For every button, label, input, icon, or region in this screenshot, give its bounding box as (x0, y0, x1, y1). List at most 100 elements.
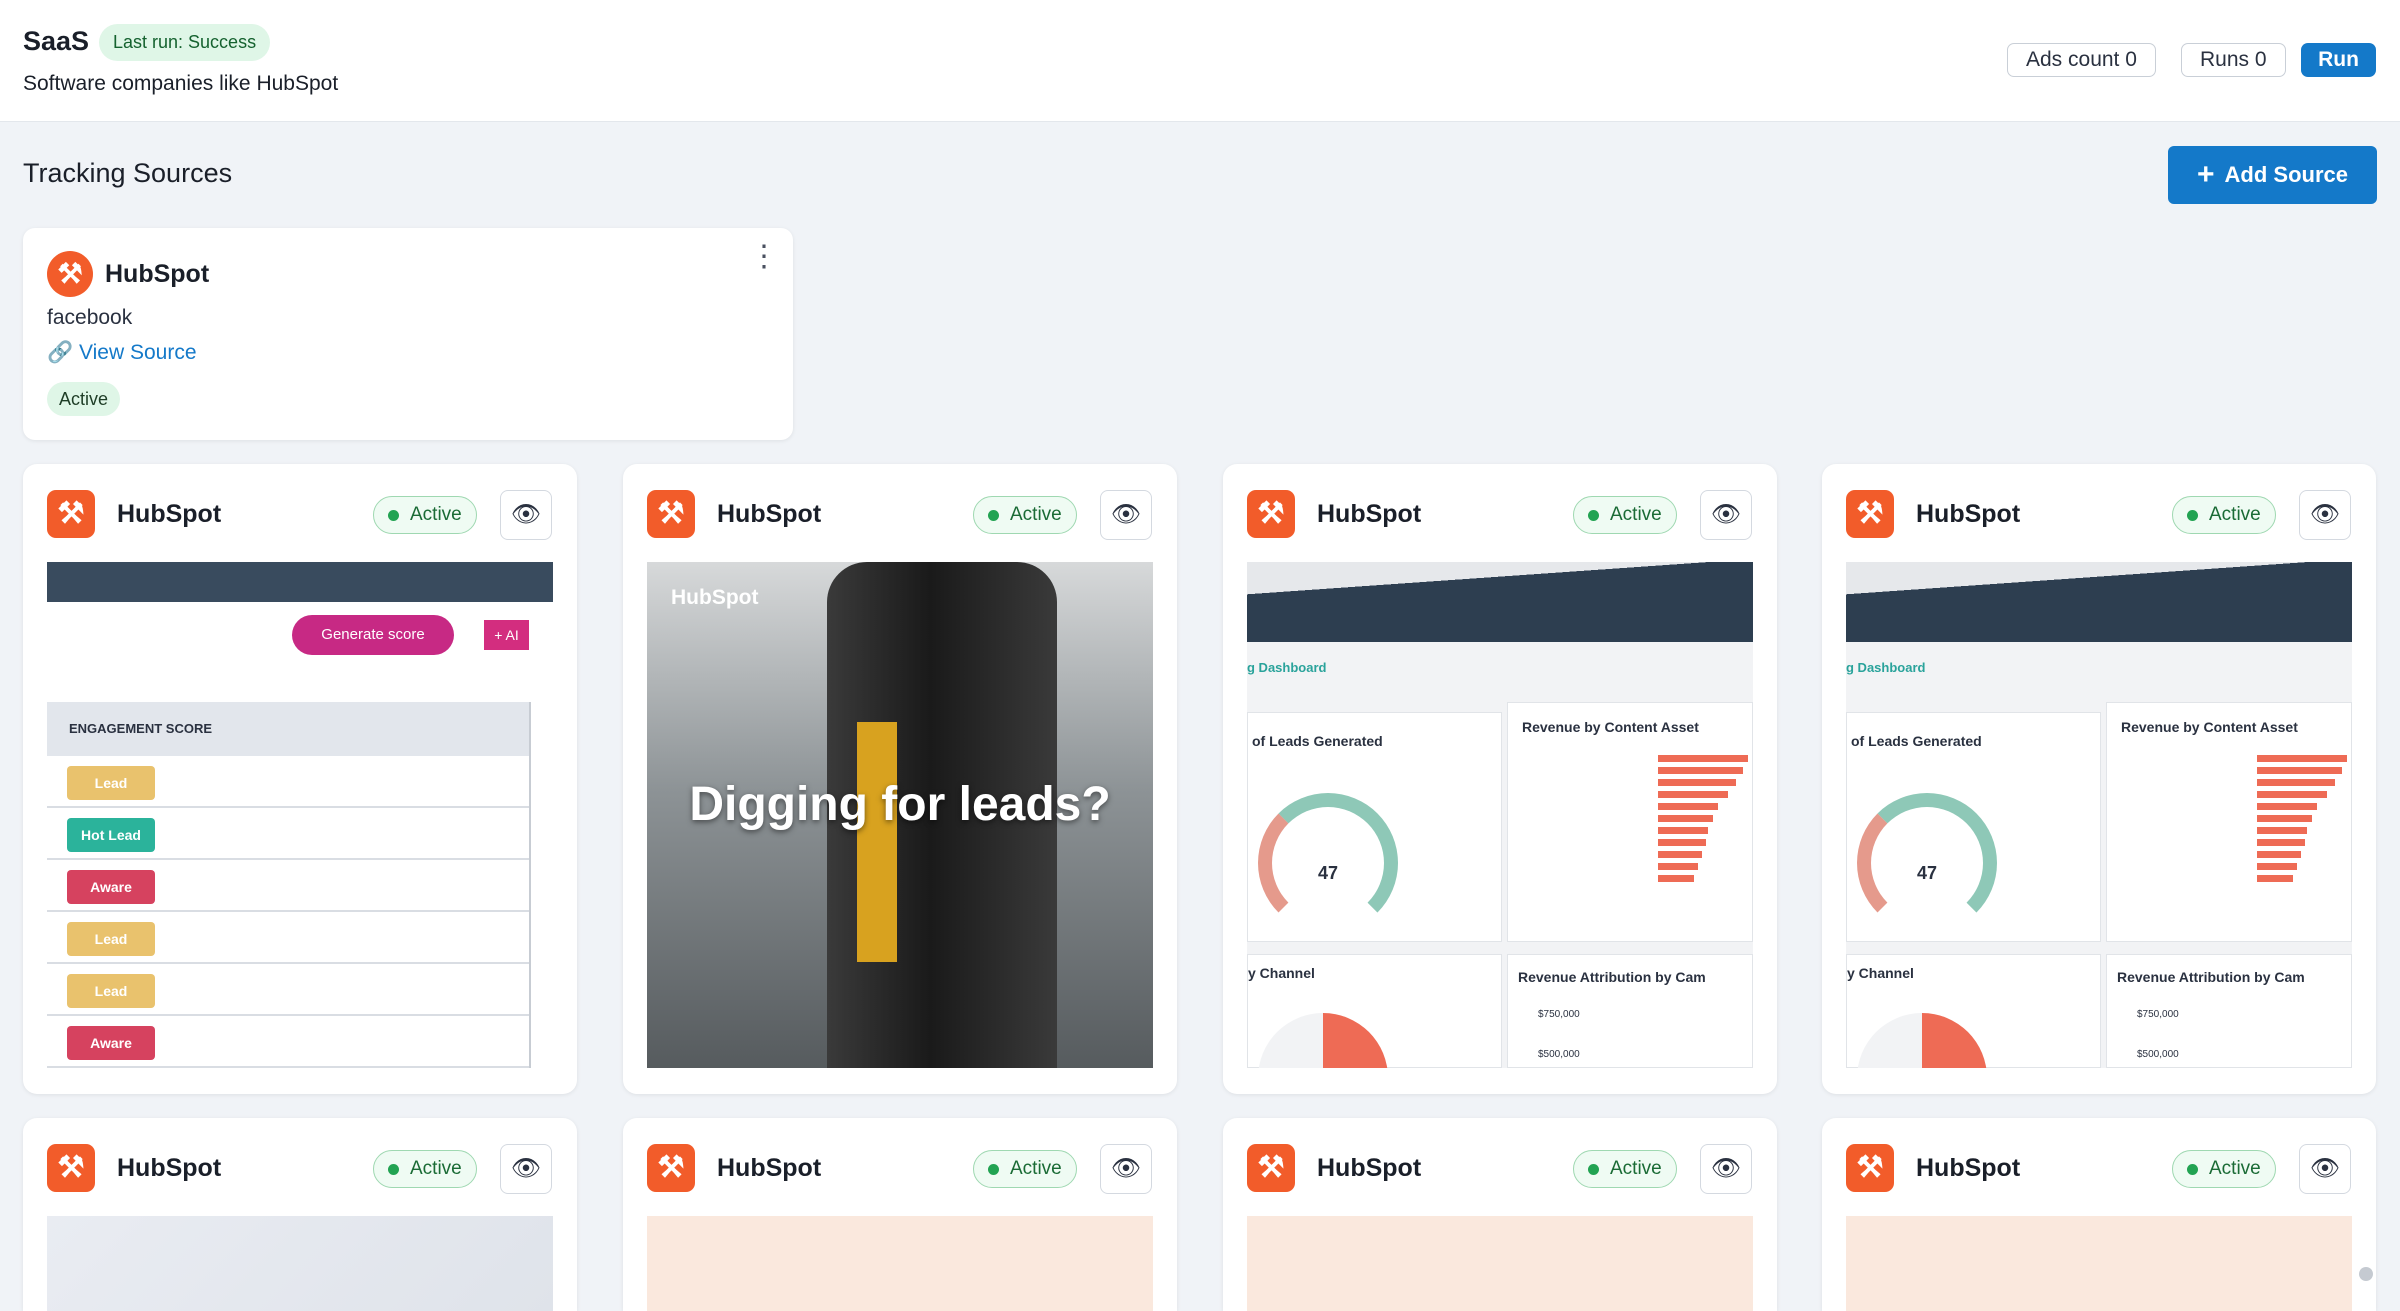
creative-channel-panel: y Channel (1846, 954, 2101, 1068)
run-button[interactable]: Run (2301, 43, 2376, 77)
creative-channel-title: y Channel (1248, 965, 1315, 981)
creative-attribution-title: Revenue Attribution by Cam (1518, 969, 1706, 985)
hubspot-logo-icon: ⚒ (647, 490, 695, 538)
ad-status-label: Active (410, 504, 462, 525)
ad-creative-image: HubSpot Digging for leads? (647, 562, 1153, 1068)
score-pill: Aware (67, 1026, 155, 1060)
status-dot-icon (988, 1164, 999, 1175)
eye-icon[interactable]: 👁 (1100, 1144, 1152, 1194)
creative-channel-panel: y Channel (1247, 954, 1502, 1068)
ad-status-badge: Active (373, 1150, 477, 1188)
table-row: Aware (47, 860, 529, 912)
ad-status-badge: Active (973, 496, 1077, 534)
hubspot-logo-icon: ⚒ (1846, 1144, 1894, 1192)
runs-button[interactable]: Runs 0 (2181, 43, 2286, 77)
ad-status-badge: Active (2172, 496, 2276, 534)
ad-creative-image: g Dashboard of Leads Generated 47 Revenu… (1846, 562, 2352, 1068)
creative-table-header: ENGAGEMENT SCORE (47, 702, 529, 756)
ad-creative-image (47, 1216, 553, 1311)
score-pill: Hot Lead (67, 818, 155, 852)
creative-leads-title: of Leads Generated (1252, 733, 1383, 749)
ad-status-badge: Active (1573, 496, 1677, 534)
ad-advertiser-name: HubSpot (1317, 500, 1422, 528)
ad-card: ⚒ HubSpot Active 👁 (1822, 1118, 2376, 1311)
status-dot-icon (2187, 510, 2198, 521)
creative-bar (2257, 851, 2301, 858)
hubspot-logo-icon: ⚒ (47, 251, 93, 297)
creative-ai-badge: + AI (484, 620, 529, 650)
creative-top-bar (47, 562, 553, 602)
creative-bar (1658, 827, 1708, 834)
creative-axis-value: $500,000 (1538, 1049, 1580, 1060)
page-title: SaaS (23, 26, 90, 56)
eye-icon[interactable]: 👁 (1700, 1144, 1752, 1194)
ad-creative-image (1846, 1216, 2352, 1311)
ad-status-badge: Active (1573, 1150, 1677, 1188)
table-row: Hot Lead (47, 808, 529, 860)
ad-status-label: Active (1010, 1158, 1062, 1179)
creative-bar (2257, 863, 2297, 870)
creative-brand-logo: HubSpot (671, 586, 759, 609)
status-dot-icon (988, 510, 999, 521)
creative-bar (2257, 803, 2317, 810)
score-pill: Lead (67, 974, 155, 1008)
creative-excavator-arm (857, 722, 897, 962)
eye-icon[interactable]: 👁 (1100, 490, 1152, 540)
creative-axis-value: $750,000 (1538, 1009, 1580, 1020)
creative-attribution-panel: Revenue Attribution by Cam $750,000 $500… (2106, 954, 2352, 1068)
creative-bar (1658, 803, 1718, 810)
creative-bar (1658, 875, 1694, 882)
score-pill: Aware (67, 870, 155, 904)
ad-card: ⚒ HubSpot Active 👁 g Dashboard of Leads … (1822, 464, 2376, 1094)
ad-advertiser-name: HubSpot (117, 500, 222, 528)
status-dot-icon (388, 510, 399, 521)
creative-bar (1658, 851, 1702, 858)
eye-icon[interactable]: 👁 (500, 490, 552, 540)
creative-axis-value: $750,000 (2137, 1009, 2179, 1020)
hubspot-logo-icon: ⚒ (1846, 490, 1894, 538)
creative-dashboard-title: g Dashboard (1846, 660, 1926, 675)
table-row: Lead (47, 912, 529, 964)
kebab-menu-icon[interactable]: ⋮ (749, 242, 779, 272)
hubspot-logo-icon: ⚒ (647, 1144, 695, 1192)
add-source-label: Add Source (2224, 162, 2348, 187)
add-source-button[interactable]: + Add Source (2168, 146, 2377, 204)
creative-bar (2257, 827, 2307, 834)
creative-bar (2257, 839, 2305, 846)
ads-count-button[interactable]: Ads count 0 (2007, 43, 2156, 77)
hubspot-logo-icon: ⚒ (1247, 490, 1295, 538)
creative-bar (1658, 779, 1736, 786)
ad-creative-image (1247, 1216, 1753, 1311)
section-title: Tracking Sources (23, 158, 233, 188)
creative-headline: Digging for leads? (689, 778, 1111, 831)
page-subtitle: Software companies like HubSpot (23, 72, 339, 95)
creative-bar (1658, 815, 1713, 822)
ad-card: ⚒ HubSpot Active 👁 HubSpot Digging for l… (623, 464, 1177, 1094)
view-source-link[interactable]: 🔗 View Source (47, 341, 197, 365)
ad-card: ⚒ HubSpot Active 👁 g Dashboard of Leads … (1223, 464, 1777, 1094)
source-platform: facebook (47, 306, 133, 329)
eye-icon[interactable]: 👁 (2299, 1144, 2351, 1194)
creative-bar (1658, 755, 1748, 762)
eye-icon[interactable]: 👁 (2299, 490, 2351, 540)
creative-gauge-value: 47 (1917, 863, 1938, 883)
creative-engagement-table: ENGAGEMENT SCORE Lead Hot Lead Aware Lea… (47, 702, 531, 1068)
table-row: Aware (47, 1016, 529, 1068)
creative-leads-title: of Leads Generated (1851, 733, 1982, 749)
creative-attribution-title: Revenue Attribution by Cam (2117, 969, 2305, 985)
ad-status-label: Active (1610, 504, 1662, 525)
creative-bar (1658, 791, 1728, 798)
ad-card: ⚒ HubSpot Active 👁 (623, 1118, 1177, 1311)
creative-revenue-title: Revenue by Content Asset (1522, 719, 1699, 735)
eye-icon[interactable]: 👁 (500, 1144, 552, 1194)
eye-icon[interactable]: 👁 (1700, 490, 1752, 540)
creative-bar (2257, 779, 2335, 786)
status-dot-icon (388, 1164, 399, 1175)
scroll-indicator[interactable] (2359, 1267, 2373, 1281)
creative-dashboard-bar (1846, 562, 2352, 642)
creative-attribution-panel: Revenue Attribution by Cam $750,000 $500… (1507, 954, 1753, 1068)
ad-status-label: Active (1010, 504, 1062, 525)
creative-bar (2257, 791, 2327, 798)
ad-status-label: Active (2209, 504, 2261, 525)
ad-status-label: Active (2209, 1158, 2261, 1179)
